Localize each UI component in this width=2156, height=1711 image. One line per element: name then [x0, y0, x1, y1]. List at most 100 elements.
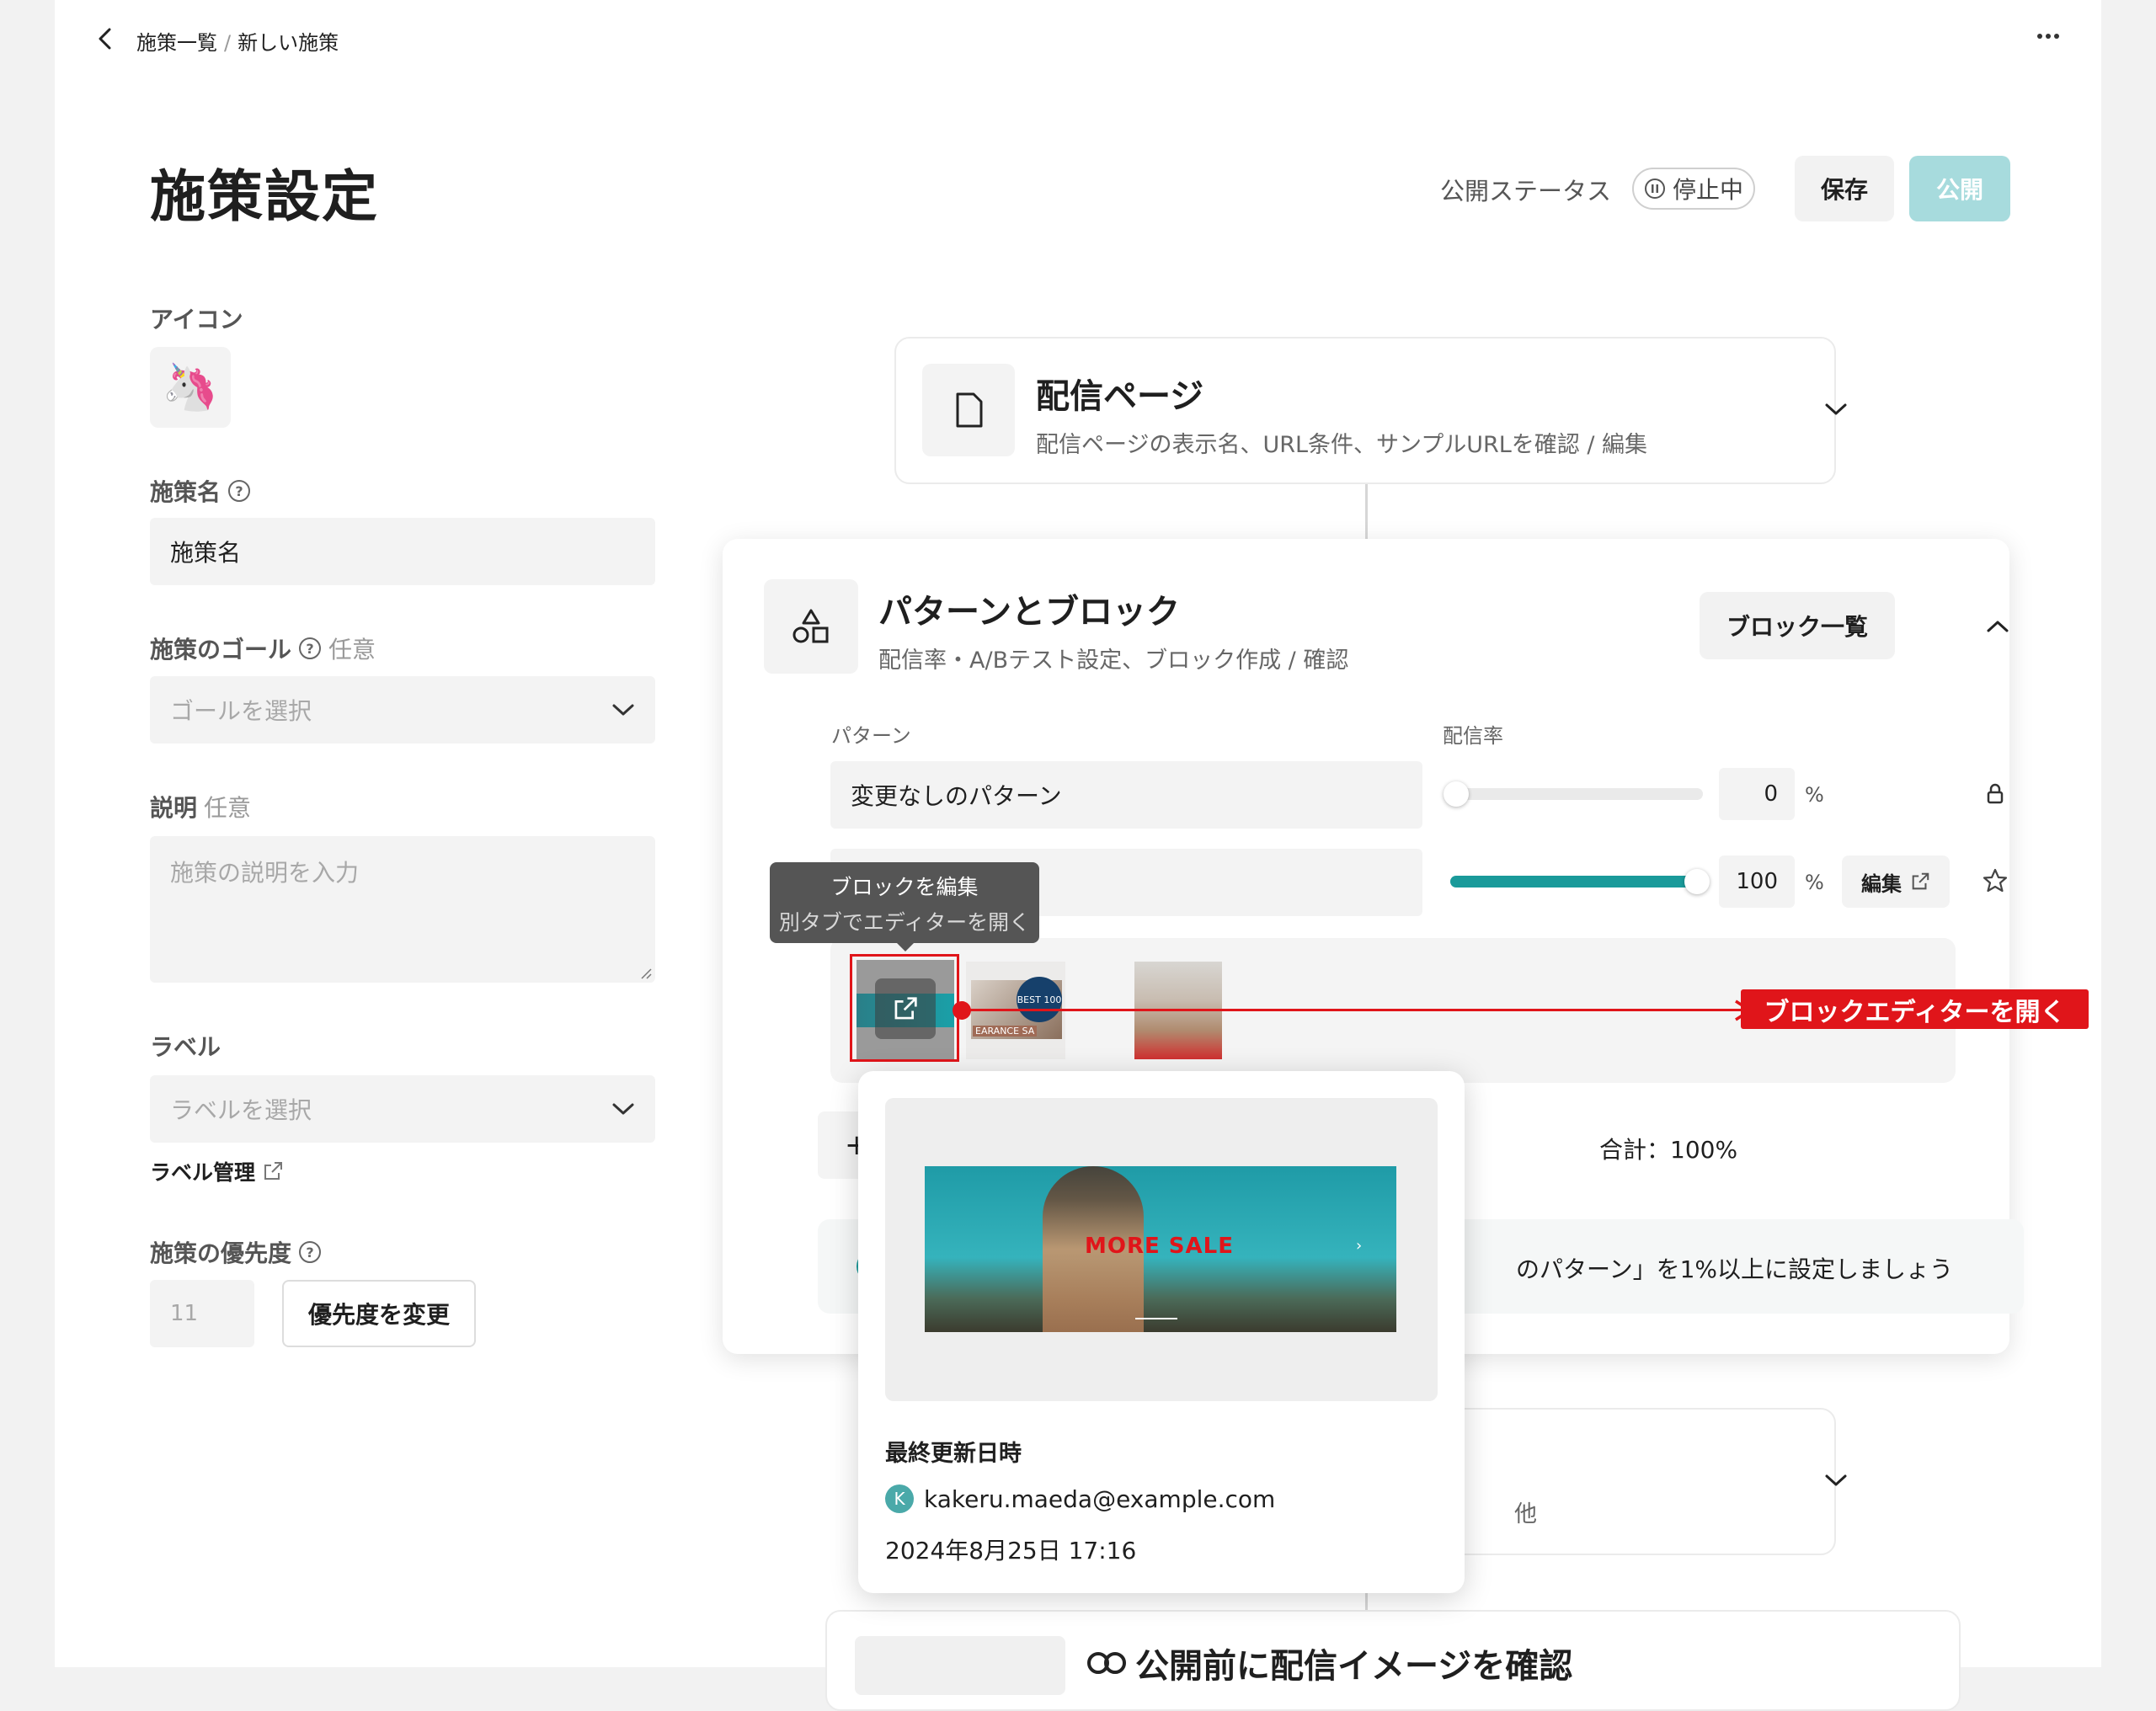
thumbnail-clearance-text: EARANCE SA	[973, 1026, 1038, 1037]
settings-card-fragment: 他	[1514, 1501, 1537, 1527]
more-menu-icon[interactable]	[2036, 30, 2061, 42]
chevron-down-icon[interactable]	[1823, 1472, 1849, 1492]
banner-indicator	[1135, 1318, 1177, 1319]
edit-block-tooltip: ブロックを編集 別タブでエディターを開く	[770, 862, 1039, 943]
preview-thumbnail	[855, 1636, 1065, 1695]
rate-slider-fill	[1450, 876, 1703, 887]
breadcrumb: 施策一覧 / 新しい施策	[136, 26, 339, 56]
chevron-down-icon	[612, 1103, 634, 1115]
breadcrumb-separator: /	[224, 31, 232, 55]
breadcrumb-parent[interactable]: 施策一覧	[136, 31, 217, 55]
description-textarea[interactable]: 施策の説明を入力	[150, 836, 655, 983]
percent-unit: %	[1805, 783, 1824, 807]
description-label-text: 説明	[150, 794, 198, 822]
label-label-text: ラベル	[150, 1033, 221, 1061]
svg-text:?: ?	[235, 483, 243, 499]
back-arrow-icon[interactable]	[95, 27, 115, 51]
status-badge-text: 停止中	[1673, 176, 1744, 204]
priority-label-text: 施策の優先度	[150, 1239, 292, 1267]
rate-slider-knob[interactable]	[1684, 869, 1710, 894]
description-label: 説明 任意	[150, 790, 251, 824]
star-icon[interactable]	[1982, 867, 2009, 898]
status-label: 公開ステータス	[1440, 177, 1612, 205]
connector-line	[1365, 484, 1368, 539]
delivery-page-subtitle: 配信ページの表示名、URL条件、サンプルURLを確認 / 編集	[1036, 432, 1648, 458]
goal-label: 施策のゴール ? 任意	[150, 632, 376, 665]
preview-title: 公開前に配信イメージを確認	[1086, 1639, 1572, 1687]
breadcrumb-current: 新しい施策	[237, 31, 339, 55]
edit-pattern-button[interactable]: 編集	[1842, 856, 1950, 908]
goal-select-placeholder: ゴールを選択	[170, 697, 312, 725]
rate-input[interactable]: 100	[1719, 856, 1795, 908]
rate-input[interactable]: 0	[1719, 768, 1795, 820]
updated-at: 2024年8月25日 17:16	[885, 1537, 1137, 1564]
delivery-page-title: 配信ページ	[1036, 377, 1204, 416]
preview-icon	[1087, 1652, 1126, 1674]
external-link-icon	[264, 1162, 283, 1180]
pause-icon	[1645, 179, 1665, 199]
change-priority-button[interactable]: 優先度を変更	[282, 1280, 476, 1347]
pattern-block-title: パターンとブロック	[878, 593, 1180, 632]
rate-slider[interactable]	[1450, 869, 1710, 894]
name-label-text: 施策名	[150, 478, 221, 506]
label-select-placeholder: ラベルを選択	[170, 1096, 312, 1124]
goal-select[interactable]: ゴールを選択	[150, 676, 655, 744]
help-icon[interactable]: ?	[298, 637, 322, 660]
rate-slider-knob[interactable]	[1444, 781, 1469, 807]
description-optional: 任意	[204, 794, 252, 822]
user-email: kakeru.maeda@example.com	[924, 1484, 1276, 1513]
shapes-icon	[792, 609, 829, 643]
delivery-page-icon-box	[922, 364, 1015, 456]
tooltip-subtitle: 別タブでエディターを開く	[778, 910, 1031, 935]
pattern-column-header: パターン	[831, 724, 911, 748]
label-select[interactable]: ラベルを選択	[150, 1075, 655, 1143]
save-button[interactable]: 保存	[1795, 156, 1894, 221]
publish-button[interactable]: 公開	[1909, 156, 2010, 221]
goal-label-text: 施策のゴール	[150, 636, 292, 664]
annotation-line	[963, 1009, 1748, 1011]
unicorn-icon: 🦄	[162, 360, 219, 413]
label-manage-text: ラベル管理	[150, 1160, 256, 1185]
rate-column-header: 配信率	[1443, 724, 1503, 748]
lock-icon[interactable]	[1986, 783, 2004, 808]
tooltip-title: ブロックを編集	[830, 875, 979, 899]
sale-banner-image: MORE SALE ›	[925, 1166, 1396, 1332]
total-rate: 合計：100%	[1599, 1136, 1738, 1164]
chevron-down-icon	[612, 704, 634, 716]
page: 施策一覧 / 新しい施策 施策設定 公開ステータス 停止中 保存 公開 アイコン 🦄…	[55, 0, 2101, 1711]
updated-by: K kakeru.maeda@example.com	[885, 1484, 1275, 1513]
document-icon	[956, 392, 983, 428]
chevron-down-icon[interactable]	[1823, 401, 1849, 421]
icon-label: アイコン	[150, 301, 243, 335]
page-title: 施策設定	[150, 164, 379, 229]
thumbnail-best-text: BEST 100	[1017, 994, 1062, 1005]
label-manage-link[interactable]: ラベル管理	[150, 1156, 284, 1186]
svg-text:?: ?	[306, 1245, 313, 1261]
edit-pattern-label: 編集	[1861, 871, 1902, 896]
selected-thumbnail-highlight	[850, 954, 959, 1062]
banner-sale-text: MORE SALE	[1085, 1234, 1234, 1259]
svg-text:?: ?	[306, 641, 313, 657]
last-updated-title: 最終更新日時	[885, 1441, 1022, 1467]
status-badge[interactable]: 停止中	[1632, 168, 1755, 210]
priority-label: 施策の優先度 ?	[150, 1235, 322, 1269]
pattern-name-field[interactable]: 変更なしのパターン	[830, 761, 1422, 829]
description-placeholder: 施策の説明を入力	[170, 859, 360, 887]
pattern-block-icon-box	[764, 579, 858, 674]
name-input[interactable]: 施策名	[150, 518, 655, 585]
help-icon[interactable]: ?	[298, 1240, 322, 1264]
help-icon[interactable]: ?	[227, 479, 251, 503]
banner-next-icon: ›	[1356, 1237, 1363, 1255]
block-list-button[interactable]: ブロック一覧	[1700, 592, 1895, 659]
campaign-icon-picker[interactable]: 🦄	[150, 347, 231, 428]
rate-slider[interactable]	[1444, 781, 1703, 807]
resize-handle-icon[interactable]	[638, 966, 652, 979]
pattern-block-subtitle: 配信率・A/Bテスト設定、ブロック作成 / 確認	[878, 648, 1349, 674]
tooltip-arrow	[897, 943, 914, 951]
thumbnail-best-badge: BEST 100	[1017, 977, 1062, 1022]
user-avatar: K	[885, 1484, 914, 1513]
icon-label-text: アイコン	[150, 306, 243, 333]
chevron-up-icon[interactable]	[1985, 618, 2010, 638]
name-label: 施策名 ?	[150, 474, 251, 508]
info-text: のパターン」を1%以上に設定しましょう	[1516, 1255, 1954, 1283]
